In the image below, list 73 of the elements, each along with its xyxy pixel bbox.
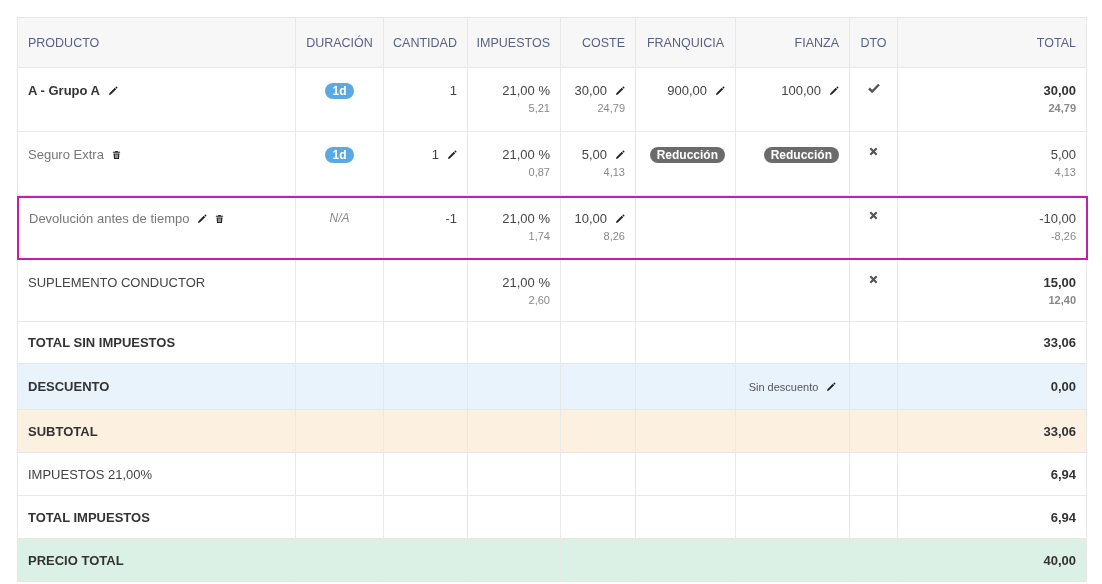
reduction-badge: Reducción <box>763 147 839 163</box>
product-name: Seguro Extra <box>28 147 104 162</box>
not-applicable-label: N/A <box>329 211 350 225</box>
duration-badge: 1d <box>325 147 354 163</box>
cross-icon <box>869 211 878 220</box>
net-cost: 4,13 <box>603 166 625 178</box>
pencil-icon[interactable] <box>108 85 118 96</box>
pencil-icon[interactable] <box>829 85 839 96</box>
net-cost: 8,26 <box>603 230 625 242</box>
column-header: DTO <box>860 35 887 50</box>
total-value: 15,00 <box>1043 275 1076 290</box>
tax-amount: 5,21 <box>528 102 550 114</box>
pencil-icon[interactable] <box>615 213 625 224</box>
product-name: A - Grupo A <box>28 83 100 98</box>
quantity-value: -1 <box>445 211 457 226</box>
cost-value: 10,00 <box>574 211 607 226</box>
summary-label: PRECIO TOTAL <box>28 552 124 568</box>
reduction-badge: Reducción <box>649 147 725 163</box>
tax-rate: 21,00 % <box>502 147 550 162</box>
pencil-icon[interactable] <box>715 85 725 96</box>
trash-icon[interactable] <box>215 213 225 224</box>
pencil-icon[interactable] <box>615 85 625 96</box>
summary-label: DESCUENTO <box>28 379 110 394</box>
product-name: Devolución antes de tiempo <box>29 211 190 226</box>
trash-icon[interactable] <box>111 149 121 160</box>
tax-amount: 2,60 <box>528 294 550 306</box>
pencil-icon[interactable] <box>826 381 837 392</box>
summary-total: 40,00 <box>1043 552 1076 568</box>
amount-value: 100,00 <box>781 83 821 98</box>
summary-total: 0,00 <box>1050 379 1076 394</box>
summary-total: 6,94 <box>1050 509 1076 525</box>
column-header: COSTE <box>581 35 625 50</box>
cost-value: 5,00 <box>581 147 607 162</box>
column-header: FRANQUICIA <box>646 35 725 50</box>
net-cost: 24,79 <box>597 102 625 114</box>
tax-amount: 1,74 <box>528 230 550 242</box>
net-total: 12,40 <box>1048 294 1076 306</box>
column-header: DURACIÓN <box>306 35 373 50</box>
tax-rate: 21,00 % <box>502 211 550 226</box>
quantity-value: 1 <box>449 83 457 98</box>
column-header: FIANZA <box>794 35 839 50</box>
column-header: TOTAL <box>1036 35 1076 50</box>
net-total: -8,26 <box>1050 230 1076 242</box>
check-icon <box>867 83 880 93</box>
net-total: 24,79 <box>1048 102 1076 114</box>
summary-label: TOTAL SIN IMPUESTOS <box>28 335 176 350</box>
net-total: 4,13 <box>1054 166 1076 178</box>
discount-note: Sin descuento <box>748 380 819 393</box>
pencil-icon[interactable] <box>197 213 208 224</box>
cross-icon <box>869 147 878 156</box>
amount-value: 900,00 <box>667 83 707 98</box>
cost-value: 30,00 <box>574 83 607 98</box>
total-value: 30,00 <box>1043 83 1076 98</box>
total-value: 5,00 <box>1050 147 1076 162</box>
quantity-value: 1 <box>431 147 439 162</box>
product-name: SUPLEMENTO CONDUCTOR <box>28 275 206 290</box>
tax-amount: 0,87 <box>528 166 550 178</box>
summary-label: TOTAL IMPUESTOS <box>28 509 150 525</box>
summary-total: 6,94 <box>1050 466 1076 482</box>
tax-rate: 21,00 % <box>502 275 550 290</box>
cross-icon <box>869 275 878 284</box>
column-header: CANTIDAD <box>393 35 457 50</box>
column-header: IMPUESTOS <box>476 35 550 50</box>
pencil-icon[interactable] <box>447 149 457 160</box>
summary-label: SUBTOTAL <box>28 423 98 439</box>
tax-rate: 21,00 % <box>502 83 550 98</box>
total-value: -10,00 <box>1039 211 1076 226</box>
summary-label: IMPUESTOS 21,00% <box>28 466 153 482</box>
summary-total: 33,06 <box>1043 335 1076 350</box>
pencil-icon[interactable] <box>615 149 625 160</box>
duration-badge: 1d <box>325 83 354 99</box>
column-header: PRODUCTO <box>28 35 100 50</box>
summary-total: 33,06 <box>1043 423 1076 439</box>
